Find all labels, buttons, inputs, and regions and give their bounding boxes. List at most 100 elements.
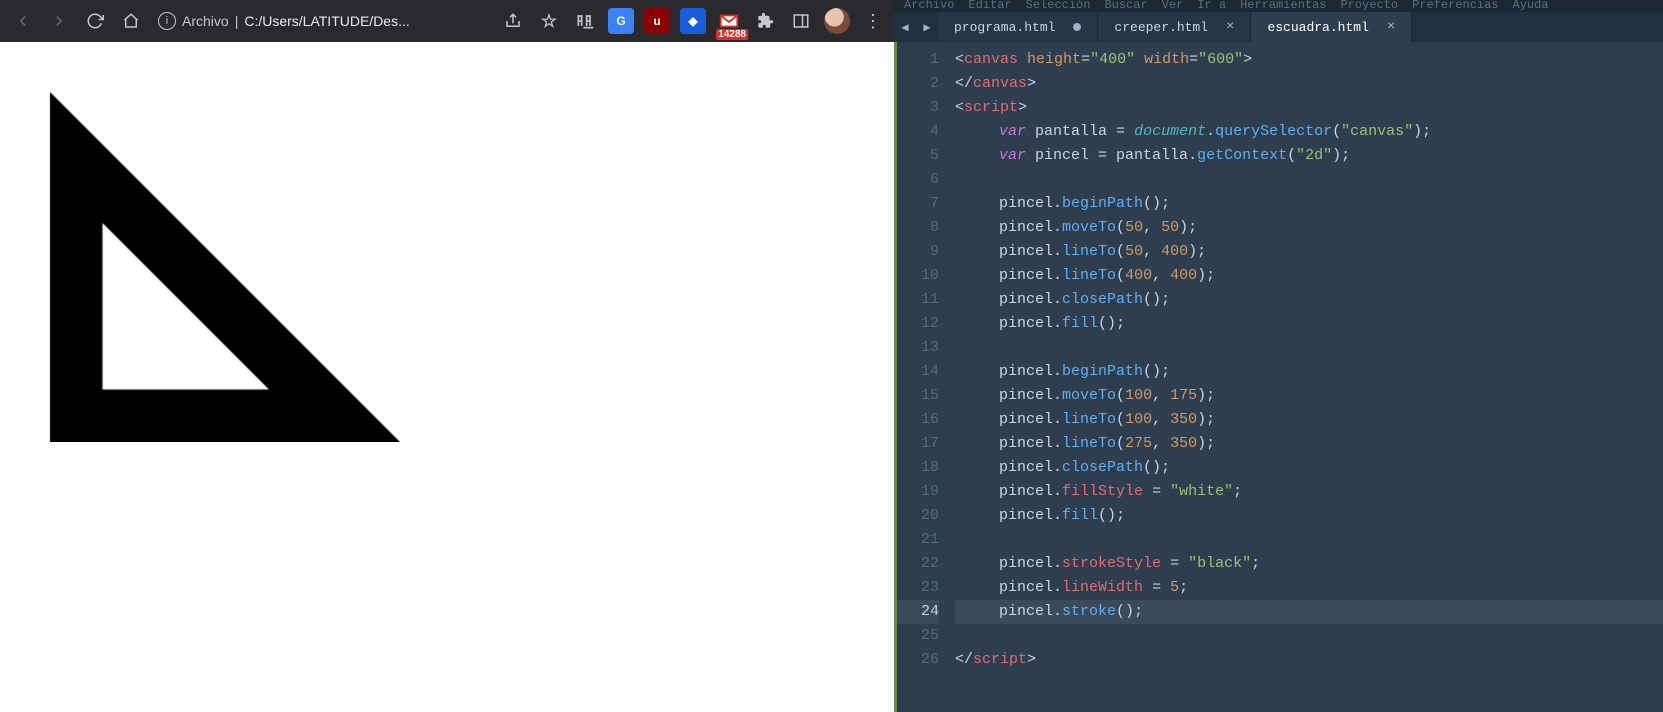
address-path: C:/Users/LATITUDE/Des... [244, 13, 409, 29]
editor-menu-item[interactable]: Herramientas [1240, 0, 1326, 12]
line-gutter: 1234567891011121314151617181920212223242… [897, 42, 949, 712]
extensions-button[interactable] [752, 8, 778, 34]
code-line[interactable]: var pincel = pantalla.getContext("2d"); [955, 144, 1663, 168]
address-sep: | [235, 13, 239, 29]
editor-menu-item[interactable]: Selección [1026, 0, 1091, 12]
editor-tab[interactable]: creeper.html × [1098, 12, 1251, 42]
line-number: 25 [897, 624, 939, 648]
code-line[interactable]: pincel.moveTo(100, 175); [955, 384, 1663, 408]
line-number: 12 [897, 312, 939, 336]
rendered-canvas [0, 42, 600, 442]
editor-menu-item[interactable]: Preferencias [1412, 0, 1498, 12]
page-viewport [0, 42, 894, 712]
line-number: 15 [897, 384, 939, 408]
code-line[interactable]: pincel.beginPath(); [955, 360, 1663, 384]
tab-close-icon[interactable]: × [1226, 19, 1234, 35]
code-content[interactable]: <canvas height="400" width="600"></canva… [949, 42, 1663, 712]
code-line[interactable]: pincel.lineTo(100, 350); [955, 408, 1663, 432]
line-number: 23 [897, 576, 939, 600]
profile-avatar[interactable] [824, 8, 850, 34]
code-line[interactable]: pincel.moveTo(50, 50); [955, 216, 1663, 240]
tab-close-icon[interactable]: × [1387, 19, 1395, 35]
code-line[interactable] [955, 528, 1663, 552]
site-info-icon[interactable]: i [158, 12, 176, 30]
editor-menu-item[interactable]: Proyecto [1341, 0, 1399, 12]
share-button[interactable] [500, 8, 526, 34]
code-line[interactable]: </script> [955, 648, 1663, 672]
code-line[interactable]: pincel.strokeStyle = "black"; [955, 552, 1663, 576]
address-bar[interactable]: i Archivo | C:/Users/LATITUDE/Des... [152, 5, 416, 37]
line-number: 18 [897, 456, 939, 480]
line-number: 3 [897, 96, 939, 120]
editor-tab[interactable]: programa.html [938, 12, 1098, 42]
code-line[interactable] [955, 336, 1663, 360]
code-line[interactable]: pincel.lineWidth = 5; [955, 576, 1663, 600]
code-line[interactable] [955, 624, 1663, 648]
browser-toolbar: i Archivo | C:/Users/LATITUDE/Des... ☆ G… [0, 0, 894, 42]
extension-ublock-icon[interactable]: u [644, 8, 670, 34]
line-number: 6 [897, 168, 939, 192]
code-line[interactable] [955, 168, 1663, 192]
nav-forward-button[interactable] [44, 6, 74, 36]
line-number: 8 [897, 216, 939, 240]
home-button[interactable] [116, 6, 146, 36]
editor-menu-item[interactable]: Ayuda [1513, 0, 1549, 12]
mail-badge-count: 14288 [716, 29, 748, 40]
code-line[interactable]: pincel.stroke(); [955, 600, 1663, 624]
toolbar-actions: ☆ G u ◆ 14288 ⋮ [500, 8, 886, 34]
code-line[interactable]: </canvas> [955, 72, 1663, 96]
browser-menu-button[interactable]: ⋮ [860, 8, 886, 34]
extension-mail-icon[interactable]: 14288 [716, 8, 742, 34]
line-number: 7 [897, 192, 939, 216]
line-number: 4 [897, 120, 939, 144]
code-line[interactable]: <canvas height="400" width="600"> [955, 48, 1663, 72]
line-number: 20 [897, 504, 939, 528]
code-line[interactable]: var pantalla = document.querySelector("c… [955, 120, 1663, 144]
tab-modified-dot-icon [1073, 23, 1081, 31]
editor-menu-item[interactable]: Ver [1162, 0, 1184, 12]
sidepanel-button[interactable] [788, 8, 814, 34]
code-line[interactable]: pincel.lineTo(275, 350); [955, 432, 1663, 456]
line-number: 2 [897, 72, 939, 96]
code-line[interactable]: pincel.lineTo(400, 400); [955, 264, 1663, 288]
editor-tab-label: programa.html [954, 20, 1055, 35]
code-line[interactable]: pincel.fill(); [955, 312, 1663, 336]
code-line[interactable]: pincel.beginPath(); [955, 192, 1663, 216]
code-line[interactable]: pincel.fill(); [955, 504, 1663, 528]
code-line[interactable]: pincel.closePath(); [955, 288, 1663, 312]
code-editor-window: Archivo Editar Selección Buscar Ver Ir a Herra… [894, 0, 1663, 712]
line-number: 21 [897, 528, 939, 552]
line-number: 13 [897, 336, 939, 360]
code-line[interactable]: pincel.closePath(); [955, 456, 1663, 480]
line-number: 1 [897, 48, 939, 72]
code-line[interactable]: pincel.lineTo(50, 400); [955, 240, 1663, 264]
editor-menu-item[interactable]: Buscar [1104, 0, 1147, 12]
editor-menu-item[interactable]: Archivo [904, 0, 954, 12]
extension-google-translate-icon[interactable]: G [608, 8, 634, 34]
bookmark-star-icon[interactable]: ☆ [536, 8, 562, 34]
line-number: 14 [897, 360, 939, 384]
line-number: 17 [897, 432, 939, 456]
line-number: 19 [897, 480, 939, 504]
line-number: 5 [897, 144, 939, 168]
editor-tab-label: creeper.html [1114, 20, 1208, 35]
address-prefix: Archivo [182, 13, 229, 29]
editor-tab-label: escuadra.html [1267, 20, 1368, 35]
browser-window: i Archivo | C:/Users/LATITUDE/Des... ☆ G… [0, 0, 894, 712]
editor-menu-item[interactable]: Editar [968, 0, 1011, 12]
reload-button[interactable] [80, 6, 110, 36]
tab-scroll-left[interactable]: ◀ [894, 12, 916, 42]
extension-typography-icon[interactable] [572, 8, 598, 34]
extension-bitwarden-icon[interactable]: ◆ [680, 8, 706, 34]
line-number: 22 [897, 552, 939, 576]
editor-menu-item[interactable]: Ir a [1197, 0, 1226, 12]
nav-back-button[interactable] [8, 6, 38, 36]
line-number: 9 [897, 240, 939, 264]
editor-menubar: Archivo Editar Selección Buscar Ver Ir a Herra… [894, 0, 1663, 12]
editor-tab[interactable]: escuadra.html × [1251, 12, 1412, 42]
code-area[interactable]: 1234567891011121314151617181920212223242… [894, 42, 1663, 712]
code-line[interactable]: pincel.fillStyle = "white"; [955, 480, 1663, 504]
tab-scroll-right[interactable]: ▶ [916, 12, 938, 42]
code-line[interactable]: <script> [955, 96, 1663, 120]
line-number: 11 [897, 288, 939, 312]
